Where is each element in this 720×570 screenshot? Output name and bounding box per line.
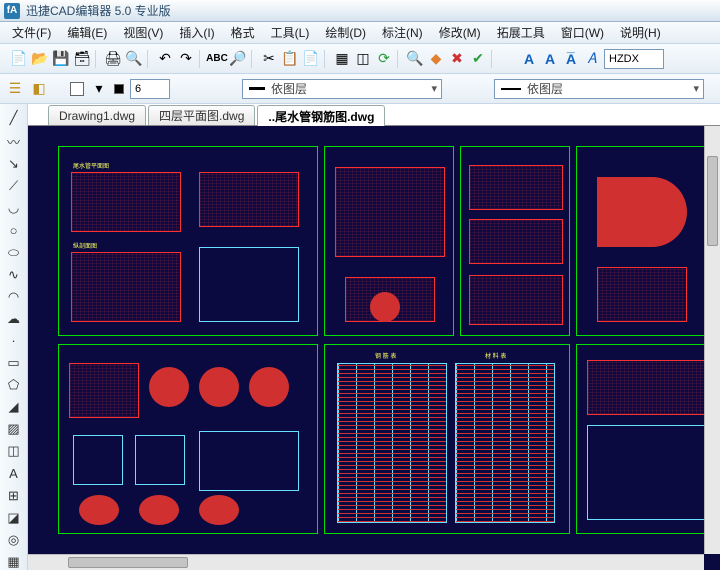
color-swatch[interactable]: [70, 82, 84, 96]
title-number-input[interactable]: [130, 79, 170, 99]
color-black-swatch[interactable]: [114, 84, 124, 94]
open-icon[interactable]: 📂: [31, 50, 49, 68]
rect-tool-icon[interactable]: ▭: [5, 355, 23, 371]
scrollbar-horizontal[interactable]: [28, 554, 704, 570]
layer2-label: 依图层: [527, 80, 563, 97]
font-a4-icon[interactable]: 𝐴: [583, 50, 601, 68]
scroll-thumb-v[interactable]: [707, 156, 718, 246]
xline-tool-icon[interactable]: ⟋: [5, 178, 23, 194]
menu-insert[interactable]: 插入(I): [171, 24, 222, 41]
menu-edit[interactable]: 编辑(E): [59, 24, 115, 41]
layer-icon[interactable]: ▦: [333, 50, 351, 68]
tab-0[interactable]: Drawing1.dwg: [48, 105, 146, 125]
block-tool-icon[interactable]: ◪: [5, 510, 23, 526]
font-a3-icon[interactable]: A̅: [562, 50, 580, 68]
text-icon[interactable]: ABC: [208, 50, 226, 68]
left-toolbar: ╱ 〰 ↘ ⟋ ◡ ○ ⬭ ∿ ◠ ☁ · ▭ ⬠ ◢ ▨ ◫ A ⊞ ◪ ◎ …: [0, 104, 28, 570]
redo-icon[interactable]: ↷: [177, 50, 195, 68]
zoom-icon[interactable]: 🔍: [406, 50, 424, 68]
app-title: 迅捷CAD编辑器 5.0 专业版: [26, 2, 171, 19]
ray-tool-icon[interactable]: ↘: [5, 156, 23, 172]
hatch-tool-icon[interactable]: ▨: [5, 421, 23, 437]
drawing-canvas[interactable]: 尾水管平面图 纵剖面图: [28, 126, 720, 570]
scrollbar-vertical[interactable]: [704, 126, 720, 554]
layer1-label: 依图层: [271, 80, 307, 97]
swatch-drop-icon[interactable]: ▾: [90, 80, 108, 98]
paste-icon[interactable]: 📄: [302, 50, 320, 68]
menu-view[interactable]: 视图(V): [115, 24, 171, 41]
menu-format[interactable]: 格式: [223, 24, 263, 41]
point-tool-icon[interactable]: ·: [5, 333, 23, 349]
font-a2-icon[interactable]: A: [541, 50, 559, 68]
layer-select-1[interactable]: 依图层: [242, 79, 442, 99]
menu-draw[interactable]: 绘制(D): [317, 24, 374, 41]
revcloud-tool-icon[interactable]: ☁: [5, 311, 23, 327]
menu-window[interactable]: 窗口(W): [553, 24, 612, 41]
check-icon[interactable]: ✔: [469, 50, 487, 68]
spline-tool-icon[interactable]: ∿: [5, 267, 23, 283]
toolbar-main: 📄 📂 💾 🗃 🖨 🔍 ↶ ↷ ABC 🔎 ✂ 📋 📄 ▦ ◫ ⟳ 🔍 ◆ ✖ …: [0, 44, 720, 74]
circle-tool-icon[interactable]: ○: [5, 222, 23, 238]
find-icon[interactable]: 🔎: [229, 50, 247, 68]
menu-tool[interactable]: 工具(L): [263, 24, 318, 41]
text-tool-icon[interactable]: A: [5, 465, 23, 481]
sheet-frame: [58, 344, 318, 534]
scroll-thumb-h[interactable]: [68, 557, 188, 568]
ellipse-tool-icon[interactable]: ⬭: [5, 244, 23, 260]
ellarc-tool-icon[interactable]: ◠: [5, 289, 23, 305]
saveall-icon[interactable]: 🗃: [73, 50, 91, 68]
copy-icon[interactable]: 📋: [281, 50, 299, 68]
document-tabs: Drawing1.dwg 四层平面图.dwg ..尾水管钢筋图.dwg: [28, 104, 720, 126]
cross-icon[interactable]: ✖: [448, 50, 466, 68]
toolbar-layer: ☰ ◧ ▾ 依图层 依图层: [0, 74, 720, 104]
sheet-frame: [576, 146, 716, 336]
undo-icon[interactable]: ↶: [156, 50, 174, 68]
polyline-tool-icon[interactable]: 〰: [5, 132, 23, 150]
layer-select-2[interactable]: 依图层: [494, 79, 704, 99]
region-tool-icon[interactable]: ◫: [5, 443, 23, 459]
tab-2[interactable]: ..尾水管钢筋图.dwg: [257, 105, 385, 126]
font-name-input[interactable]: [604, 49, 664, 69]
font-a1-icon[interactable]: A: [520, 50, 538, 68]
save-icon[interactable]: 💾: [52, 50, 70, 68]
polygon-tool-icon[interactable]: ⬠: [5, 377, 23, 393]
rebar-table: [337, 363, 447, 523]
rebar-table: [455, 363, 555, 523]
refresh-icon[interactable]: ⟳: [375, 50, 393, 68]
app-logo-icon: fA: [4, 3, 20, 19]
print-icon[interactable]: 🖨: [104, 50, 122, 68]
preview-icon[interactable]: 🔍: [125, 50, 143, 68]
insert-tool-icon[interactable]: ⊞: [5, 488, 23, 504]
donut-tool-icon[interactable]: ◎: [5, 532, 23, 548]
line-tool-icon[interactable]: ╱: [5, 110, 23, 126]
new-icon[interactable]: 📄: [10, 50, 28, 68]
titlebar: fA 迅捷CAD编辑器 5.0 专业版: [0, 0, 720, 22]
arc-tool-icon[interactable]: ◡: [5, 200, 23, 216]
menubar: 文件(F) 编辑(E) 视图(V) 插入(I) 格式 工具(L) 绘制(D) 标…: [0, 22, 720, 44]
sheet-frame: [576, 344, 716, 534]
table-tool-icon[interactable]: ▦: [5, 554, 23, 570]
menu-file[interactable]: 文件(F): [4, 24, 59, 41]
sheet-frame: 钢 筋 表 材 料 表: [324, 344, 570, 534]
document-area: Drawing1.dwg 四层平面图.dwg ..尾水管钢筋图.dwg 尾水管平…: [28, 104, 720, 570]
trace-tool-icon[interactable]: ◢: [5, 399, 23, 415]
layers-manage-icon[interactable]: ◧: [30, 80, 48, 98]
menu-dim[interactable]: 标注(N): [374, 24, 431, 41]
sheet-frame: [324, 146, 454, 336]
layers-stack-icon[interactable]: ☰: [6, 80, 24, 98]
sheet-frame: 尾水管平面图 纵剖面图: [58, 146, 318, 336]
sheet-frame: [460, 146, 570, 336]
tab-1[interactable]: 四层平面图.dwg: [148, 105, 255, 125]
cut-icon[interactable]: ✂: [260, 50, 278, 68]
work-row: ╱ 〰 ↘ ⟋ ◡ ○ ⬭ ∿ ◠ ☁ · ▭ ⬠ ◢ ▨ ◫ A ⊞ ◪ ◎ …: [0, 104, 720, 570]
block-icon[interactable]: ◫: [354, 50, 372, 68]
menu-help[interactable]: 说明(H): [612, 24, 669, 41]
menu-modify[interactable]: 修改(M): [431, 24, 489, 41]
menu-ext[interactable]: 拓展工具: [489, 24, 553, 41]
prism-icon[interactable]: ◆: [427, 50, 445, 68]
